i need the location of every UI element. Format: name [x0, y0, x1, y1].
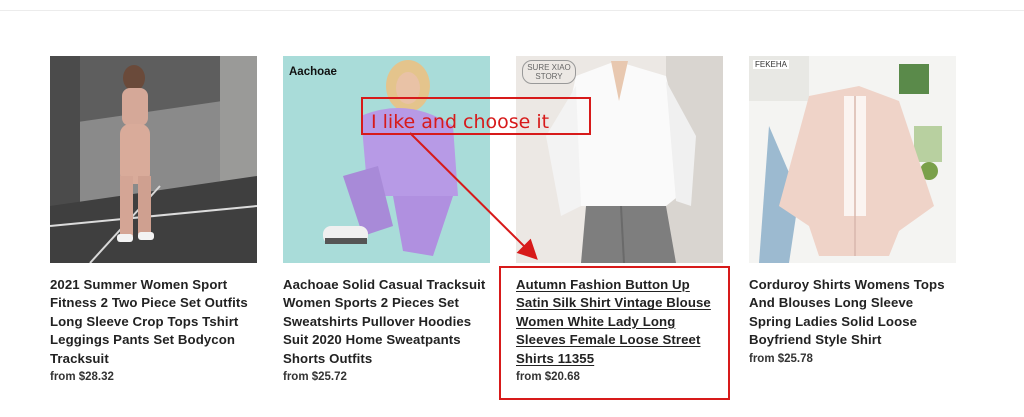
product-title[interactable]: Corduroy Shirts Womens Tops And Blouses … — [749, 276, 959, 350]
product-image[interactable]: SURE XIAO STORY — [516, 56, 723, 263]
brand-logo: SURE XIAO STORY — [522, 60, 576, 84]
product-price: from $28.32 — [50, 371, 114, 384]
product-image[interactable] — [50, 56, 257, 263]
product-image[interactable]: FEKEHA — [749, 56, 956, 263]
product-title[interactable]: Aachoae Solid Casual Tracksuit Women Spo… — [283, 276, 493, 368]
annotation-note-text: I like and choose it — [371, 111, 550, 133]
product-price: from $25.72 — [283, 371, 347, 384]
brand-logo: FEKEHA — [753, 60, 790, 69]
product-price: from $25.78 — [749, 352, 813, 365]
product-image[interactable]: Aachoae — [283, 56, 490, 263]
product-title[interactable]: 2021 Summer Women Sport Fitness 2 Two Pi… — [50, 276, 260, 368]
annotation-selection-box — [499, 266, 730, 400]
product-card[interactable]: 2021 Summer Women Sport Fitness 2 Two Pi… — [50, 56, 260, 383]
brand-logo: Aachoae — [289, 66, 337, 78]
top-divider — [0, 10, 1024, 11]
product-card[interactable]: FEKEHA Corduroy Shirts Womens Tops And B… — [749, 56, 959, 365]
